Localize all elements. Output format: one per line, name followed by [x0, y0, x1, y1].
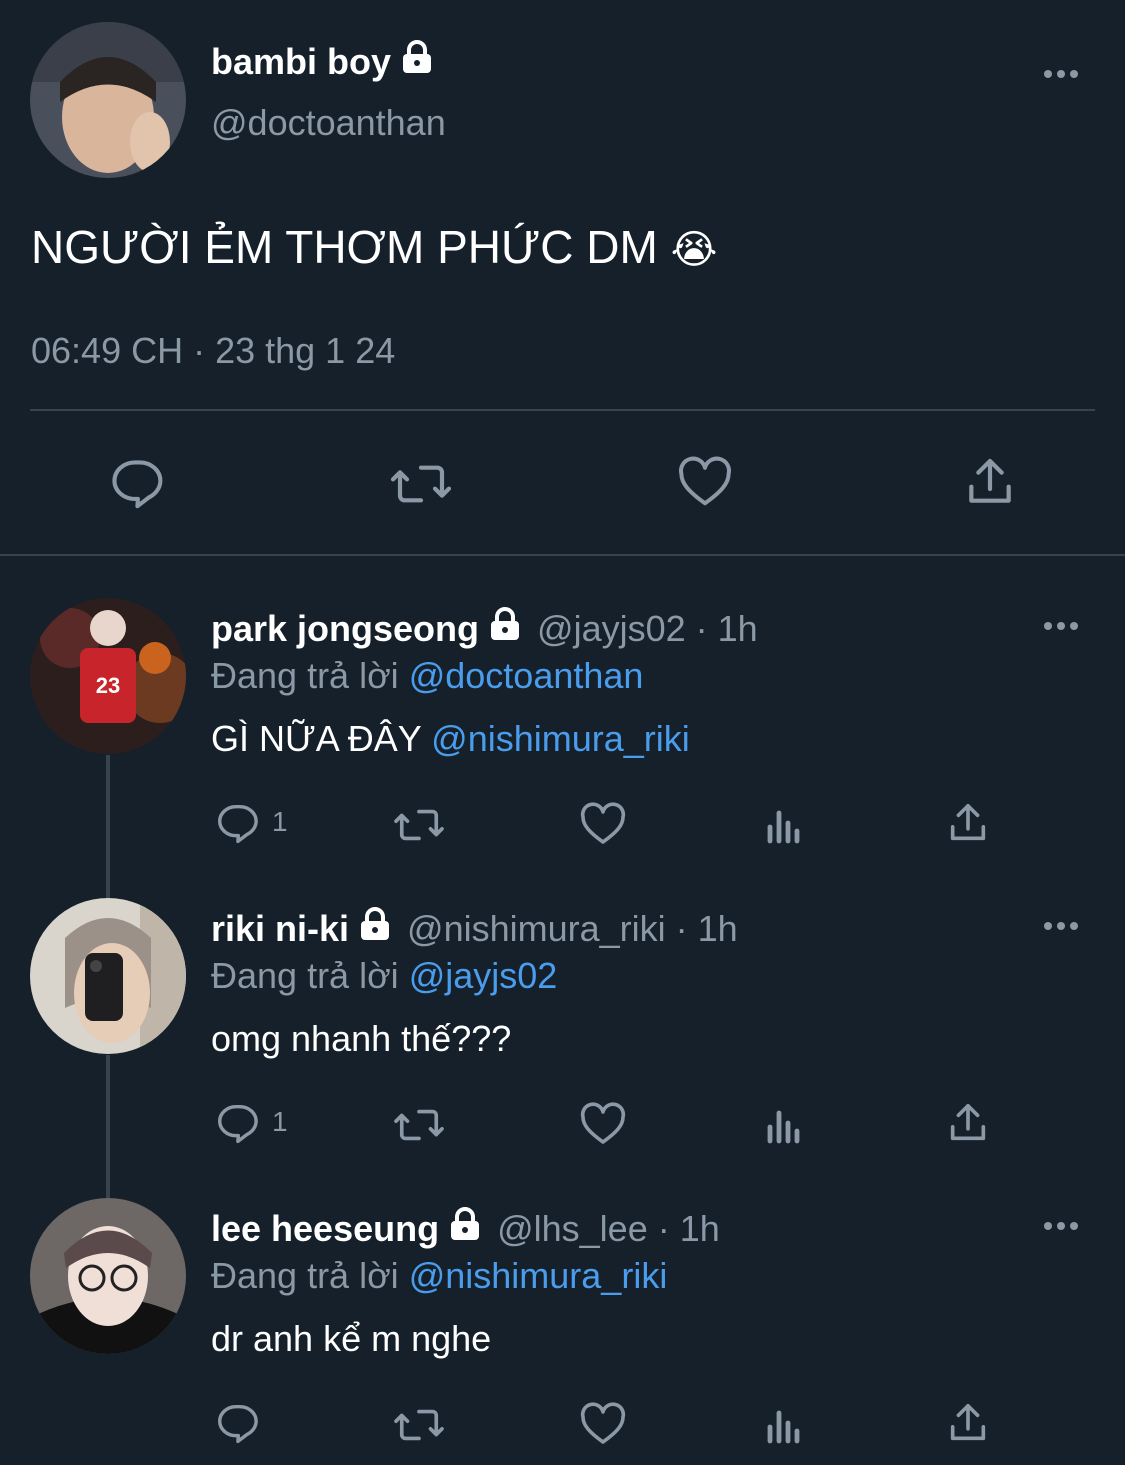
reply-3-header: lee heeseung @lhs_lee · 1h — [211, 1207, 720, 1250]
retweet-icon[interactable] — [392, 1102, 446, 1148]
reply-3-replying-line: Đang trả lời @nishimura_riki — [211, 1255, 667, 1297]
reply-2-header: riki ni-ki @nishimura_riki · 1h — [211, 907, 738, 950]
reply-icon[interactable] — [106, 454, 164, 512]
reply-3-text-plain: dr anh kể m nghe — [211, 1318, 492, 1359]
reply-3-text: dr anh kể m nghe — [211, 1318, 491, 1360]
share-icon[interactable] — [945, 800, 991, 846]
reply-1-text: GÌ NỮA ĐÂY @nishimura_riki — [211, 718, 690, 760]
main-tweet-text-content: NGƯỜI ẺM THƠM PHỨC DM — [31, 221, 658, 273]
main-tweet-text: NGƯỜI ẺM THƠM PHỨC DM 😭 — [31, 220, 717, 274]
share-icon[interactable] — [945, 1100, 991, 1146]
reply-2-text-plain: omg nhanh thế??? — [211, 1018, 512, 1059]
divider — [30, 409, 1095, 411]
main-display-name[interactable]: bambi boy — [211, 40, 435, 83]
reply-1-handle[interactable]: @jayjs02 — [537, 608, 686, 650]
main-handle[interactable]: @doctoanthan — [211, 102, 446, 144]
reply-1-replying-line: Đang trả lời @doctoanthan — [211, 655, 643, 697]
reply-icon[interactable] — [213, 1400, 259, 1446]
reply-1-display-name[interactable]: park jongseong — [211, 608, 479, 650]
like-icon[interactable] — [676, 456, 734, 508]
replying-prefix: Đang trả lời — [211, 955, 399, 996]
avatar-main[interactable] — [30, 22, 186, 178]
share-icon[interactable] — [962, 454, 1018, 510]
views-icon[interactable] — [765, 1105, 807, 1145]
main-display-name-text[interactable]: bambi boy — [211, 41, 391, 83]
share-icon[interactable] — [945, 1400, 991, 1446]
reply-icon[interactable] — [213, 800, 259, 846]
reply-icon[interactable] — [213, 1100, 259, 1146]
retweet-icon[interactable] — [388, 456, 454, 512]
more-icon[interactable] — [1044, 622, 1078, 630]
reply-2-display-name[interactable]: riki ni-ki — [211, 908, 349, 950]
views-icon[interactable] — [765, 805, 807, 845]
like-icon[interactable] — [579, 1102, 627, 1146]
lock-icon — [357, 907, 393, 950]
reply-1-header: park jongseong @jayjs02 · 1h — [211, 607, 758, 650]
more-icon[interactable] — [1044, 70, 1078, 78]
svg-text:23: 23 — [96, 673, 120, 698]
lock-icon — [399, 40, 435, 83]
thread-line — [106, 1055, 110, 1198]
replying-prefix: Đang trả lời — [211, 1255, 399, 1296]
replying-prefix: Đang trả lời — [211, 655, 399, 696]
views-icon[interactable] — [765, 1405, 807, 1445]
reply-2-text: omg nhanh thế??? — [211, 1018, 511, 1060]
avatar-reply-2[interactable] — [30, 898, 186, 1054]
reply-count: 1 — [272, 1106, 288, 1137]
reply-3-replying-to[interactable]: @nishimura_riki — [409, 1255, 668, 1296]
like-icon[interactable] — [579, 1402, 627, 1446]
lock-icon — [447, 1207, 483, 1250]
crying-emoji-icon: 😭 — [670, 228, 718, 272]
lock-icon — [487, 607, 523, 650]
reply-1-mention[interactable]: @nishimura_riki — [431, 718, 690, 759]
thread-line — [106, 755, 110, 898]
reply-2-replying-to[interactable]: @jayjs02 — [409, 955, 558, 996]
more-icon[interactable] — [1044, 1222, 1078, 1230]
retweet-icon[interactable] — [392, 802, 446, 848]
reply-2-time[interactable]: · 1h — [676, 908, 738, 950]
reply-1-time[interactable]: · 1h — [696, 608, 758, 650]
avatar-reply-1[interactable]: 23 — [30, 598, 186, 754]
reply-1-text-plain: GÌ NỮA ĐÂY — [211, 718, 422, 759]
retweet-icon[interactable] — [392, 1402, 446, 1448]
section-divider — [0, 554, 1125, 556]
main-timestamp[interactable]: 06:49 CH · 23 thg 1 24 — [31, 330, 395, 372]
reply-3-time[interactable]: · 1h — [658, 1208, 720, 1250]
reply-1-replying-to[interactable]: @doctoanthan — [409, 655, 644, 696]
more-icon[interactable] — [1044, 922, 1078, 930]
reply-2-handle[interactable]: @nishimura_riki — [407, 908, 666, 950]
reply-2-replying-line: Đang trả lời @jayjs02 — [211, 955, 557, 997]
reply-3-display-name[interactable]: lee heeseung — [211, 1208, 439, 1250]
avatar-reply-3[interactable] — [30, 1198, 186, 1354]
like-icon[interactable] — [579, 802, 627, 846]
reply-3-handle[interactable]: @lhs_lee — [497, 1208, 648, 1250]
reply-count: 1 — [272, 806, 288, 837]
